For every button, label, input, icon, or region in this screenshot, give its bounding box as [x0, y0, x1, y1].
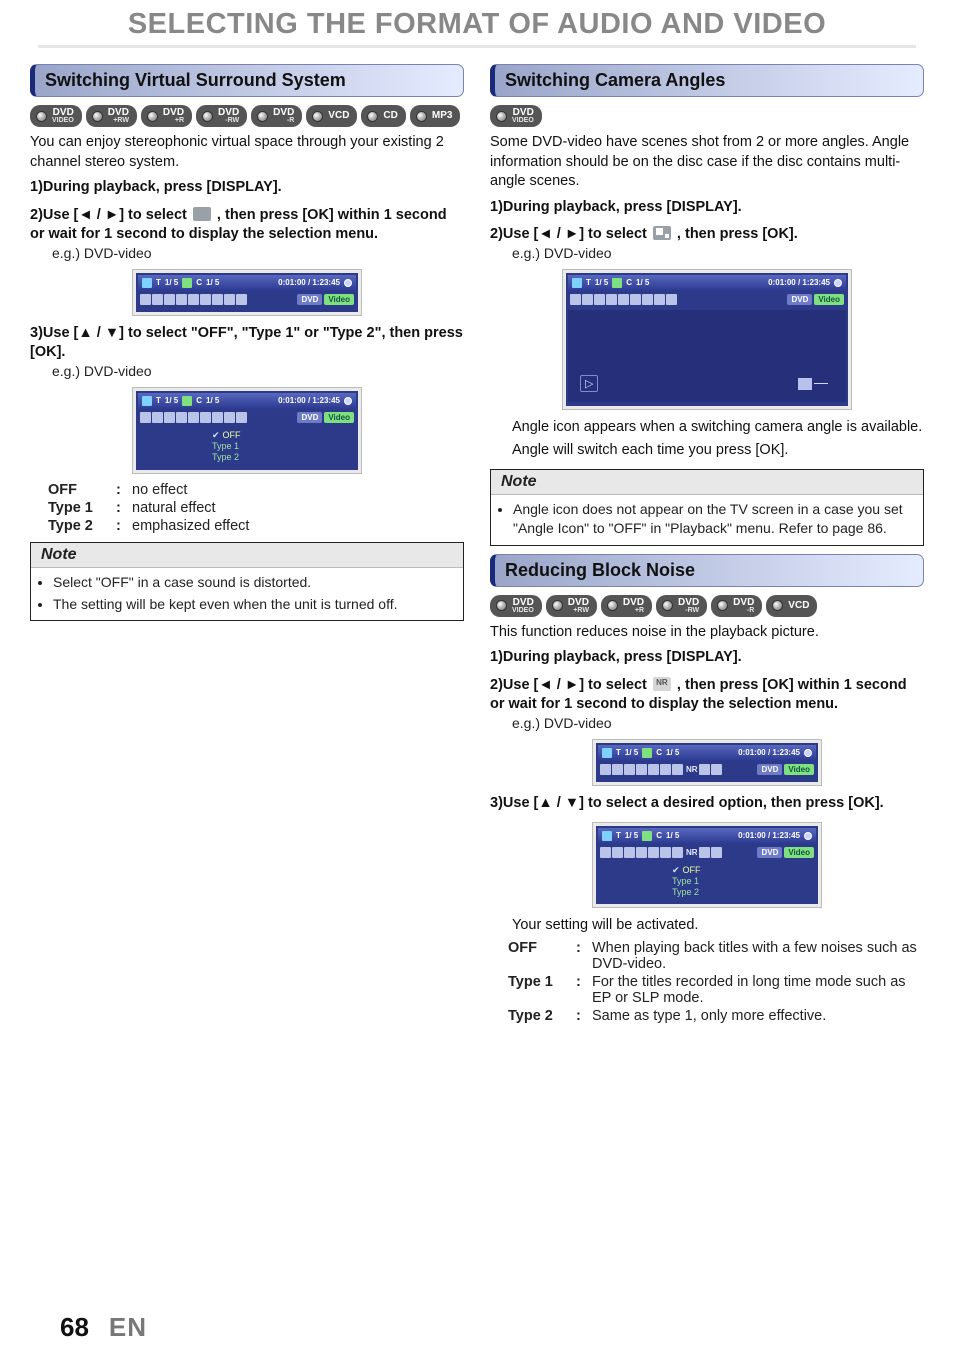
disc-icon	[717, 600, 728, 611]
disc-icon	[496, 111, 507, 122]
note-item: The setting will be kept even when the u…	[53, 595, 453, 614]
disc-icon	[367, 111, 378, 122]
osd-screenshot: T1/ 5 C1/ 5 0:01:00 / 1:23:45DVDVideo✔OF…	[132, 387, 362, 474]
disc-icon	[496, 600, 507, 611]
disc-icon	[552, 600, 563, 611]
result-text: Angle will switch each time you press [O…	[512, 441, 924, 461]
note-item: Select "OFF" in a case sound is distorte…	[53, 573, 453, 592]
result-text: Your setting will be activated.	[512, 916, 924, 936]
disc-icon	[312, 111, 323, 122]
disc-icon	[202, 111, 213, 122]
format-badge: MP3	[410, 105, 461, 127]
format-badge: VCD	[306, 105, 357, 127]
format-badge: DVDVIDEO	[490, 105, 542, 127]
page-lang: EN	[109, 1312, 147, 1343]
format-badges: DVDVIDEODVD+RWDVD+RDVD-RWDVD-RVCDCDMP3	[30, 105, 464, 127]
effect-definitions: OFF:When playing back titles with a few …	[508, 940, 924, 1024]
intro-text: Some DVD-video have scenes shot from 2 o…	[490, 133, 924, 192]
note-box: Note Angle icon does not appear on the TV…	[490, 469, 924, 546]
intro-text: This function reduces noise in the playb…	[490, 623, 924, 643]
format-badge: DVD-RW	[656, 595, 707, 617]
format-badge: DVD-RW	[196, 105, 247, 127]
disc-icon	[36, 111, 47, 122]
angle-indicator-icon	[798, 378, 812, 390]
disc-icon	[772, 600, 783, 611]
note-title: Note	[31, 543, 463, 568]
format-badge: DVD+R	[601, 595, 652, 617]
format-badge: DVD-R	[251, 105, 302, 127]
format-badges: DVDVIDEODVD+RWDVD+RDVD-RWDVD-RVCD	[490, 595, 924, 617]
format-badge: DVDVIDEO	[30, 105, 82, 127]
osd-screenshot: T1/ 5 C1/ 5 0:01:00 / 1:23:45NRDVDVideo✔…	[592, 822, 822, 909]
effect-definitions: OFF:no effectType 1:natural effectType 2…	[48, 482, 464, 534]
section-heading-angles: Switching Camera Angles	[490, 64, 924, 97]
format-badge: DVD-R	[711, 595, 762, 617]
intro-text: You can enjoy stereophonic virtual space…	[30, 133, 464, 172]
disc-icon	[92, 111, 103, 122]
page-footer: 68 EN	[60, 1312, 147, 1343]
disc-icon	[416, 111, 427, 122]
osd-screenshot: T1/ 5 C1/ 5 0:01:00 / 1:23:45DVDVideo	[132, 269, 362, 316]
section-heading-noise: Reducing Block Noise	[490, 554, 924, 587]
play-icon: ▷	[580, 375, 598, 392]
result-text: Angle icon appears when a switching came…	[512, 418, 924, 438]
format-badges: DVDVIDEO	[490, 105, 924, 127]
format-badge: DVD+RW	[86, 105, 137, 127]
osd-option-menu: ✔OFFType 1Type 2	[212, 430, 282, 464]
osd-screenshot: T1/ 5 C1/ 5 0:01:00 / 1:23:45DVDVideo▷	[562, 269, 852, 410]
disc-icon	[662, 600, 673, 611]
format-badge: DVD+RW	[546, 595, 597, 617]
page-number: 68	[60, 1312, 89, 1343]
section-heading-surround: Switching Virtual Surround System	[30, 64, 464, 97]
angle-icon	[653, 226, 671, 240]
page-title: SELECTING THE FORMAT OF AUDIO AND VIDEO	[38, 8, 916, 48]
disc-icon	[607, 600, 618, 611]
format-badge: CD	[361, 105, 405, 127]
disc-icon	[147, 111, 158, 122]
nr-icon	[653, 677, 671, 691]
format-badge: VCD	[766, 595, 817, 617]
format-badge: DVDVIDEO	[490, 595, 542, 617]
surround-icon	[193, 207, 211, 221]
note-title: Note	[491, 470, 923, 495]
format-badge: DVD+R	[141, 105, 192, 127]
disc-icon	[257, 111, 268, 122]
note-item: Angle icon does not appear on the TV scr…	[513, 500, 913, 538]
osd-option-menu: ✔OFFType 1Type 2	[672, 865, 742, 899]
note-box: Note Select "OFF" in a case sound is dist…	[30, 542, 464, 622]
osd-screenshot: T1/ 5 C1/ 5 0:01:00 / 1:23:45NRDVDVideo	[592, 739, 822, 786]
